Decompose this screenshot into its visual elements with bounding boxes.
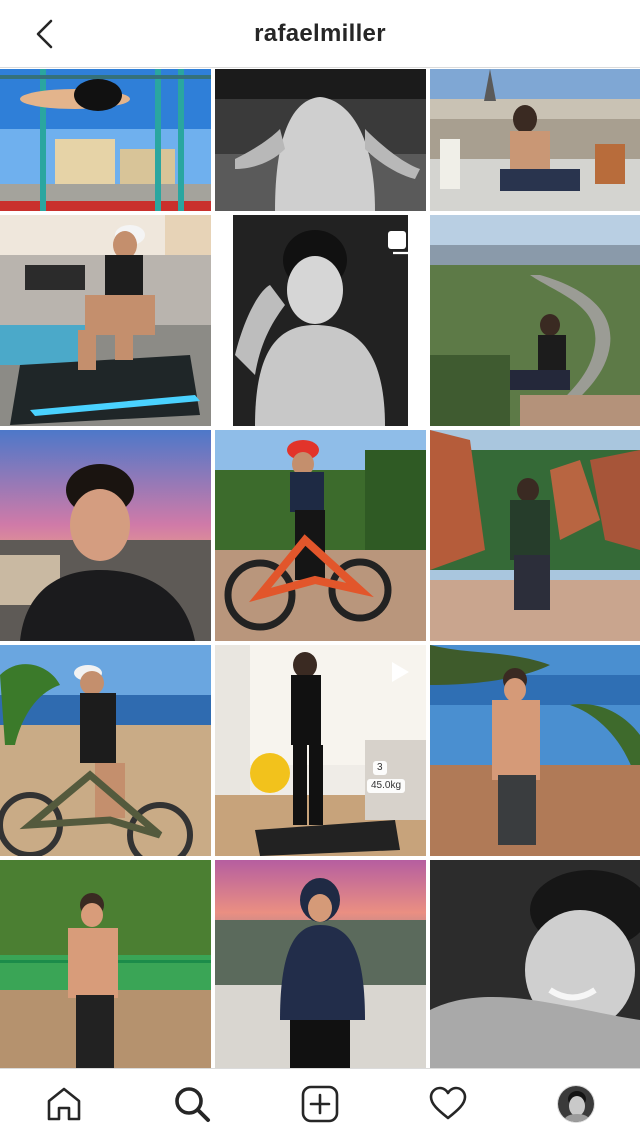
profile-avatar xyxy=(557,1084,595,1123)
profile-username-title: rafaelmiller xyxy=(254,19,386,47)
nav-activity-button[interactable] xyxy=(416,1072,480,1136)
post-tile[interactable] xyxy=(215,430,426,641)
post-tile[interactable] xyxy=(430,645,640,856)
post-tile[interactable] xyxy=(0,215,211,426)
post-image xyxy=(430,430,640,641)
post-tile[interactable]: 3 45.0kg xyxy=(215,645,426,856)
post-image xyxy=(0,215,211,426)
heart-icon xyxy=(429,1086,467,1119)
nav-new-post-button[interactable] xyxy=(288,1072,352,1136)
nav-home-button[interactable] xyxy=(32,1072,96,1136)
post-image xyxy=(430,860,640,1070)
posts-grid: 3 45.0kg xyxy=(0,69,640,1070)
post-tile[interactable] xyxy=(430,860,640,1070)
overlay-reps-label: 3 xyxy=(373,761,387,775)
post-image xyxy=(430,215,640,426)
add-post-icon xyxy=(301,1085,339,1122)
search-icon xyxy=(175,1086,210,1122)
bottom-navigation xyxy=(0,1068,640,1138)
post-image xyxy=(215,430,426,641)
overlay-weight-label: 45.0kg xyxy=(367,779,406,793)
post-image xyxy=(0,430,211,641)
post-tile[interactable] xyxy=(0,645,211,856)
post-tile[interactable] xyxy=(215,69,426,211)
top-bar: rafaelmiller xyxy=(0,0,640,68)
post-tile[interactable] xyxy=(215,215,426,426)
post-image xyxy=(0,860,211,1070)
play-icon xyxy=(392,662,409,682)
post-image xyxy=(215,860,426,1070)
post-tile[interactable] xyxy=(430,215,640,426)
back-button[interactable] xyxy=(24,14,64,54)
nav-search-button[interactable] xyxy=(160,1072,224,1136)
post-tile[interactable] xyxy=(0,69,211,211)
home-icon xyxy=(47,1087,81,1120)
chevron-left-icon xyxy=(36,19,53,49)
post-image xyxy=(0,645,211,856)
post-tile[interactable] xyxy=(430,430,640,641)
post-tile[interactable] xyxy=(0,860,211,1070)
post-tile[interactable] xyxy=(0,430,211,641)
post-image xyxy=(430,645,640,856)
post-image xyxy=(215,69,426,211)
post-tile[interactable] xyxy=(215,860,426,1070)
carousel-icon xyxy=(388,231,412,255)
post-image xyxy=(430,69,640,211)
nav-profile-button[interactable] xyxy=(544,1072,608,1136)
post-tile[interactable] xyxy=(430,69,640,211)
post-image xyxy=(0,69,211,211)
